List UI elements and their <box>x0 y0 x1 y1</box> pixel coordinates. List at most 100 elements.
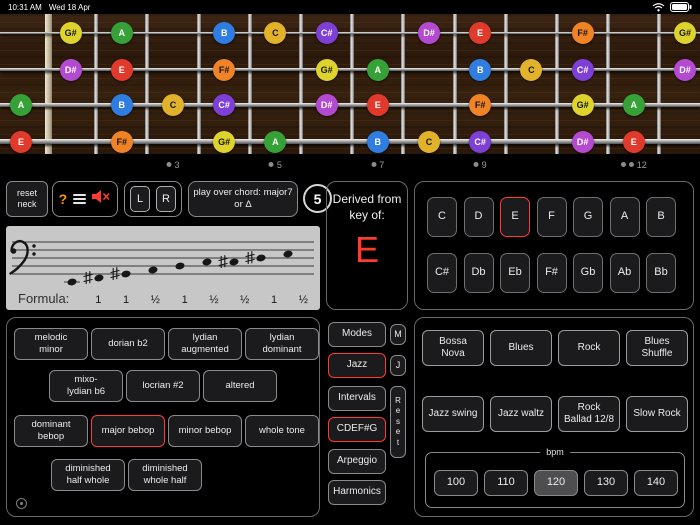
mode-button-intervals[interactable]: Intervals <box>328 386 386 411</box>
play-over-chord-button[interactable]: play over chord: major7 or Δ <box>188 181 298 217</box>
key-button-F#[interactable]: F# <box>536 253 567 293</box>
note-B-string-D-fret-9[interactable]: B <box>469 58 492 81</box>
note-A-string-D-fret-7[interactable]: A <box>366 58 389 81</box>
scale-button-altered[interactable]: altered <box>203 370 277 402</box>
scale-button-diminished-whole-half[interactable]: diminished whole half <box>128 459 202 491</box>
key-button-B[interactable]: B <box>646 197 676 237</box>
note-A-string-G-fret-2[interactable]: A <box>110 22 133 44</box>
note-E-string-E-fret-12[interactable]: E <box>622 130 645 153</box>
mode-button-arpeggio[interactable]: Arpeggio <box>328 449 386 474</box>
note-G#-string-G-fret-13[interactable]: G# <box>674 22 696 44</box>
scale-button-dominant-bebop[interactable]: dominant bebop <box>14 415 88 447</box>
fretboard: G# A B C C# D# E F# G# D# E F# G# A B C C# D# A B C C# D# E F# G#… <box>0 14 700 154</box>
note-F#-string-E-fret-2[interactable]: F# <box>110 130 133 153</box>
left-button[interactable]: L <box>130 186 150 212</box>
modes-m-button[interactable]: M <box>390 324 406 345</box>
note-D#-string-E-fret-11[interactable]: D# <box>571 130 594 153</box>
note-F#-string-D-fret-4[interactable]: F# <box>213 58 236 81</box>
rhythm-button-blues[interactable]: Blues <box>490 330 552 366</box>
note-A-string-A-fret-12[interactable]: A <box>622 94 645 116</box>
note-G#-string-A-fret-11[interactable]: G# <box>571 94 594 116</box>
note-B-string-A-fret-2[interactable]: B <box>110 94 133 116</box>
scale-button-locrian-#2[interactable]: locrian #2 <box>126 370 200 402</box>
reset-vertical-button[interactable]: Reset <box>390 386 406 458</box>
note-B-string-G-fret-4[interactable]: B <box>213 22 236 44</box>
note-C-string-G-fret-5[interactable]: C <box>264 22 287 44</box>
note-E-string-A-fret-7[interactable]: E <box>366 94 389 116</box>
scale-button-mixo--lydian-b6[interactable]: mixo- lydian b6 <box>49 370 123 402</box>
bpm-button-110[interactable]: 110 <box>484 470 528 496</box>
rhythm-button-bossa-nova[interactable]: Bossa Nova <box>422 330 484 366</box>
note-C#-string-D-fret-11[interactable]: C# <box>571 58 594 81</box>
key-button-Eb[interactable]: Eb <box>500 253 530 293</box>
key-button-Ab[interactable]: Ab <box>609 253 640 293</box>
note-E-string-E-fret-0[interactable]: E <box>10 130 32 153</box>
speaker-muted-icon[interactable] <box>91 189 111 209</box>
note-G#-string-G-fret-1[interactable]: G# <box>59 22 82 44</box>
note-D#-string-A-fret-6[interactable]: D# <box>315 94 338 116</box>
note-C-string-D-fret-10[interactable]: C <box>520 58 543 81</box>
dial-icon[interactable] <box>16 498 27 509</box>
mode-button-cdef#g[interactable]: CDEF#G <box>328 417 386 442</box>
key-button-D[interactable]: D <box>463 197 494 237</box>
reset-neck-button[interactable]: reset neck <box>6 181 48 217</box>
rhythm-button-slow-rock[interactable]: Slow Rock <box>626 396 688 432</box>
key-button-Db[interactable]: Db <box>463 253 494 293</box>
bpm-box: bpm 100 110 120 130 140 <box>425 447 685 508</box>
rhythm-button-blues-shuffle[interactable]: Blues Shuffle <box>626 330 688 366</box>
scale-button-minor-bebop[interactable]: minor bebop <box>168 415 242 447</box>
note-E-string-D-fret-2[interactable]: E <box>110 58 133 81</box>
note-C#-string-G-fret-6[interactable]: C# <box>315 22 338 44</box>
scale-button-major-bebop[interactable]: major bebop <box>91 415 165 447</box>
menu-icon[interactable] <box>72 192 86 206</box>
note-A-string-A-fret-0[interactable]: A <box>10 94 32 116</box>
key-button-Gb[interactable]: Gb <box>573 253 603 293</box>
note-A-string-E-fret-5[interactable]: A <box>264 130 287 153</box>
note-D#-string-D-fret-13[interactable]: D# <box>674 58 696 81</box>
note-G#-string-E-fret-4[interactable]: G# <box>213 130 236 153</box>
rhythm-button-jazz-waltz[interactable]: Jazz waltz <box>490 396 552 432</box>
jazz-j-button[interactable]: J <box>390 355 406 376</box>
scale-button-lydian-augmented[interactable]: lydian augmented <box>168 328 242 360</box>
key-button-F[interactable]: F <box>536 197 567 237</box>
note-head-D3-sharp <box>256 254 266 262</box>
note-C-string-E-fret-8[interactable]: C <box>418 130 440 153</box>
bpm-button-130[interactable]: 130 <box>584 470 628 496</box>
nut <box>45 14 52 154</box>
note-C-string-A-fret-3[interactable]: C <box>162 94 184 116</box>
note-F#-string-A-fret-9[interactable]: F# <box>469 94 492 116</box>
key-button-C#[interactable]: C# <box>427 253 457 293</box>
scale-button-dorian-b2[interactable]: dorian b2 <box>91 328 165 360</box>
note-C#-string-E-fret-9[interactable]: C# <box>469 130 492 153</box>
right-button[interactable]: R <box>156 186 176 212</box>
rhythm-button-rock-ballad-12-8[interactable]: Rock Ballad 12/8 <box>558 396 620 432</box>
bpm-button-140[interactable]: 140 <box>634 470 678 496</box>
scale-button-diminished-half-whole[interactable]: diminished half whole <box>51 459 125 491</box>
help-button[interactable]: ? <box>59 191 68 207</box>
key-button-A[interactable]: A <box>609 197 640 237</box>
status-left: 10:31 AM Wed 18 Apr <box>8 3 90 12</box>
note-D#-string-G-fret-8[interactable]: D# <box>418 22 440 44</box>
scale-button-melodic-minor[interactable]: melodic minor <box>14 328 88 360</box>
mode-button-harmonics[interactable]: Harmonics <box>328 480 386 505</box>
note-E-string-G-fret-9[interactable]: E <box>469 22 492 44</box>
rhythm-button-jazz-swing[interactable]: Jazz swing <box>422 396 484 432</box>
scale-button-whole-tone[interactable]: whole tone <box>245 415 319 447</box>
scale-button-lydian-dominant[interactable]: lydian dominant <box>245 328 319 360</box>
note-C#-string-A-fret-4[interactable]: C# <box>213 94 236 116</box>
key-button-E[interactable]: E <box>500 197 530 237</box>
mode-button-modes[interactable]: Modes <box>328 322 386 347</box>
rhythm-button-rock[interactable]: Rock <box>558 330 620 366</box>
bpm-button-120[interactable]: 120 <box>534 470 578 496</box>
note-G#-string-D-fret-6[interactable]: G# <box>315 58 338 81</box>
key-button-G[interactable]: G <box>573 197 603 237</box>
note-B-string-E-fret-7[interactable]: B <box>366 130 389 153</box>
note-D#-string-D-fret-1[interactable]: D# <box>59 58 82 81</box>
derived-key-label: Derived from key of: <box>332 192 402 222</box>
key-button-Bb[interactable]: Bb <box>646 253 676 293</box>
note-F#-string-G-fret-11[interactable]: F# <box>571 22 594 44</box>
mode-button-jazz[interactable]: Jazz <box>328 353 386 378</box>
bpm-button-100[interactable]: 100 <box>434 470 478 496</box>
key-button-C[interactable]: C <box>427 197 457 237</box>
fret-wire-11 <box>606 14 611 154</box>
